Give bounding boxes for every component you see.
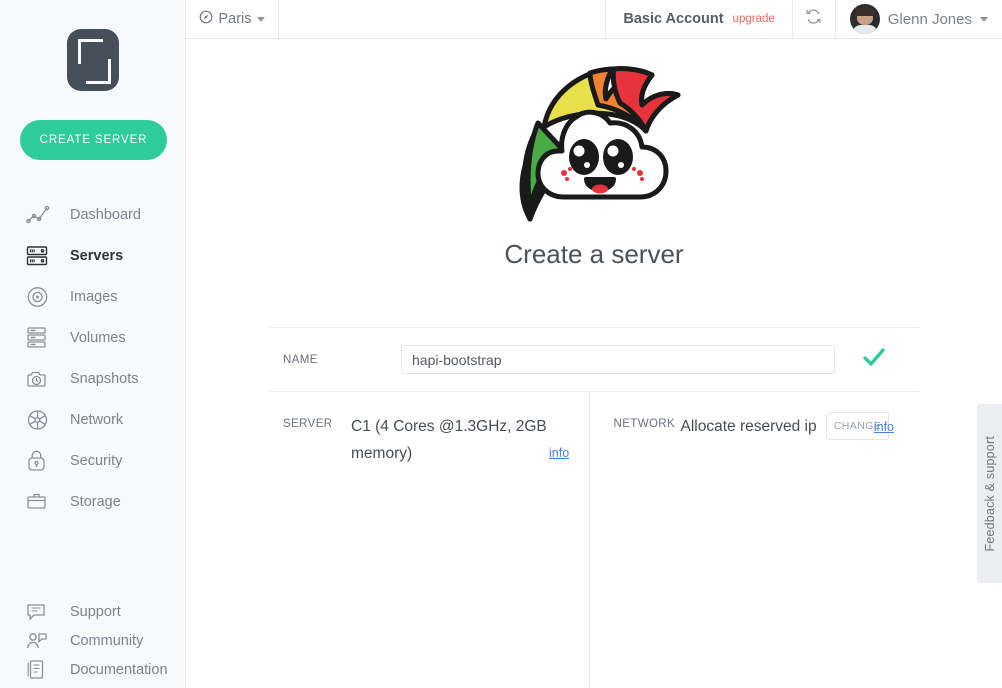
chart-line-icon — [26, 203, 56, 227]
server-label: SERVER — [283, 418, 333, 430]
sidebar-item-volumes[interactable]: Volumes — [0, 317, 185, 358]
app-root: CREATE SERVER Dashboard Servers Images V… — [0, 0, 1002, 688]
volumes-icon — [26, 326, 56, 350]
sidebar-item-label: Snapshots — [70, 370, 139, 387]
sidebar-item-documentation[interactable]: Documentation — [0, 655, 185, 684]
hero-section: Create a server — [186, 39, 1002, 270]
location-compass-icon — [199, 10, 213, 28]
sidebar-item-images[interactable]: Images — [0, 276, 185, 317]
top-bar: Paris Basic Account upgrade Glenn Jones — [186, 0, 1002, 39]
upgrade-link[interactable]: upgrade — [733, 13, 775, 25]
sidebar-item-label: Images — [70, 288, 118, 305]
document-icon — [26, 658, 56, 682]
avatar — [849, 4, 880, 34]
scaleway-logo-icon — [66, 29, 119, 91]
sidebar-item-label: Servers — [70, 247, 124, 264]
green-check-icon — [862, 346, 886, 373]
form-field-server: SERVER C1 (4 Cores @1.3GHz, 2GB memory) … — [269, 392, 590, 688]
chat-icon — [26, 600, 56, 624]
network-info-link[interactable]: info — [874, 420, 894, 434]
account-plan-group: Basic Account upgrade — [606, 0, 793, 38]
create-server-button[interactable]: CREATE SERVER — [20, 120, 167, 160]
chevron-down-icon — [256, 16, 265, 22]
refresh-button[interactable] — [793, 0, 836, 38]
box-icon — [26, 490, 56, 514]
form-row-name: NAME — [269, 328, 919, 392]
sidebar-item-servers[interactable]: Servers — [0, 235, 185, 276]
form-field-network: NETWORK Allocate reserved ip CHANGE info — [589, 392, 919, 688]
server-type-value: C1 (4 Cores @1.3GHz, 2GB memory) — [351, 418, 547, 462]
feedback-support-label: Feedback & support — [982, 435, 997, 552]
sidebar-item-dashboard[interactable]: Dashboard — [0, 194, 185, 235]
sidebar-item-storage[interactable]: Storage — [0, 481, 185, 522]
rainbow-cloud-mascot — [519, 66, 681, 222]
sidebar-item-label: Documentation — [70, 661, 168, 678]
lock-icon — [26, 449, 56, 473]
sidebar-item-label: Support — [70, 603, 121, 620]
sidebar-item-support[interactable]: Support — [0, 597, 185, 626]
sidebar-item-community[interactable]: Community — [0, 626, 185, 655]
sidebar: CREATE SERVER Dashboard Servers Images V… — [0, 0, 186, 688]
disc-icon — [26, 285, 56, 309]
sidebar-item-network[interactable]: Network — [0, 399, 185, 440]
feedback-support-tab[interactable]: Feedback & support — [977, 404, 1002, 583]
primary-nav: Dashboard Servers Images Volumes Snapsho… — [0, 194, 185, 522]
region-label: Paris — [218, 11, 252, 27]
account-plan-label: Basic Account — [623, 11, 724, 27]
sidebar-item-label: Storage — [70, 493, 121, 510]
sidebar-item-label: Volumes — [70, 329, 126, 346]
form-row-server-network: SERVER C1 (4 Cores @1.3GHz, 2GB memory) … — [269, 392, 919, 688]
user-name-label: Glenn Jones — [887, 10, 972, 28]
page-title: Create a server — [504, 239, 684, 269]
sidebar-item-label: Network — [70, 411, 124, 428]
sidebar-item-label: Community — [70, 632, 144, 649]
region-selector[interactable]: Paris — [186, 0, 279, 38]
create-server-form: NAME SERVER C1 (4 Cores @1.3GHz, 2GB mem… — [269, 327, 919, 688]
name-label: NAME — [283, 353, 318, 366]
network-label: NETWORK — [613, 418, 676, 430]
sidebar-item-label: Dashboard — [70, 206, 141, 223]
sidebar-item-security[interactable]: Security — [0, 440, 185, 481]
chevron-down-icon — [980, 16, 988, 22]
refresh-sync-icon — [805, 8, 822, 30]
camera-icon — [26, 367, 56, 391]
user-menu[interactable]: Glenn Jones — [836, 0, 1002, 38]
network-value: Allocate reserved ip — [680, 418, 817, 435]
topbar-spacer — [279, 0, 607, 38]
content-area: Create a server NAME SERVER C1 — [186, 39, 1002, 688]
network-icon — [26, 408, 56, 432]
sidebar-item-label: Security — [70, 452, 123, 469]
secondary-nav: Support Community Documentation — [0, 597, 185, 684]
servers-icon — [26, 244, 56, 268]
brand-logo[interactable] — [0, 0, 185, 120]
sidebar-item-snapshots[interactable]: Snapshots — [0, 358, 185, 399]
server-info-link[interactable]: info — [549, 446, 569, 460]
server-name-input[interactable] — [401, 345, 835, 374]
people-icon — [26, 629, 56, 653]
main-region: Paris Basic Account upgrade Glenn Jones … — [186, 0, 1002, 688]
